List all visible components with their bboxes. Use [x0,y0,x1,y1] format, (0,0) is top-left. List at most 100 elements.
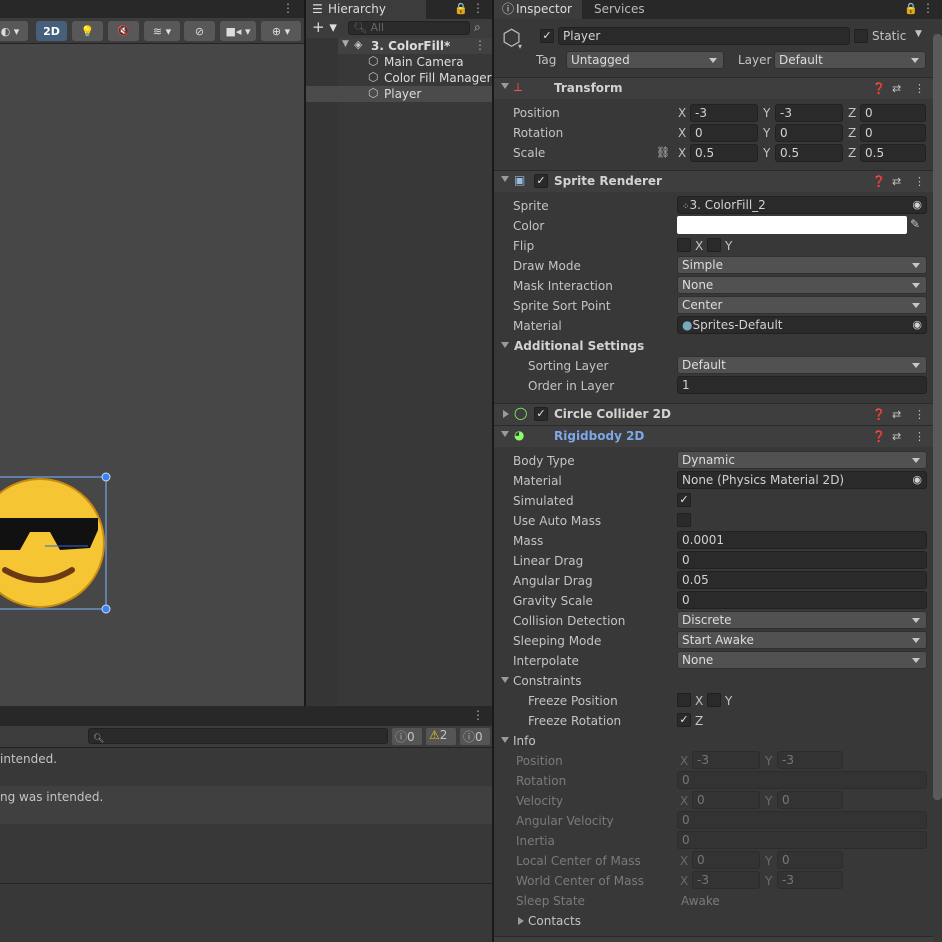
sprite-renderer-header[interactable]: ▣ ✓ Sprite Renderer ❓ ⇄ ⋮ [494,170,934,192]
more-options-icon[interactable]: ⋮ [914,408,925,421]
draw-mode-dropdown[interactable]: Simple [677,256,927,274]
help-icon[interactable]: ❓ [872,82,886,95]
list-item[interactable]: ⬡ Main Camera [338,54,492,70]
collision-dropdown[interactable]: Discrete [677,611,927,629]
interpolate-dropdown[interactable]: None [677,651,927,669]
chevron-down-icon[interactable]: ▼ [915,29,922,39]
static-checkbox[interactable] [854,29,868,43]
camera-dropdown[interactable]: ■◂ ▾ [220,21,256,41]
object-picker-icon[interactable]: ◉ [912,317,922,333]
mass-field[interactable]: 0.0001 [677,531,927,549]
freeze-y-checkbox[interactable] [707,693,721,707]
simulated-checkbox[interactable]: ✓ [677,493,691,507]
flip-x-checkbox[interactable] [677,238,691,252]
scene-visibility-toggle[interactable]: ⊘ [184,21,215,41]
help-icon[interactable]: ❓ [872,430,886,443]
gravity-field[interactable]: 0 [677,591,927,609]
scale-z-field[interactable]: 0.5 [860,144,926,162]
scene-row[interactable]: ▼ ◈ 3. ColorFill* ⋮ [338,38,492,54]
position-z-field[interactable]: 0 [860,104,926,122]
player-sprite[interactable] [0,470,120,620]
divider[interactable] [304,0,306,706]
error-count-toggle[interactable]: ⓘ0 [460,728,490,745]
flip-y-checkbox[interactable] [707,238,721,252]
constrain-proportions-icon[interactable]: ⛓ [656,146,670,159]
more-options-icon[interactable]: ⋮ [914,430,925,443]
angular-drag-field[interactable]: 0.05 [677,571,927,589]
enabled-checkbox[interactable]: ✓ [534,407,548,421]
object-name-field[interactable]: Player [558,27,850,45]
effects-dropdown[interactable]: ≋ ▾ [144,21,180,41]
more-options-icon[interactable]: ⋮ [472,708,484,722]
rigidbody-header[interactable]: ◕ Rigidbody 2D ❓ ⇄ ⋮ [494,425,934,447]
active-checkbox[interactable]: ✓ [540,29,554,43]
fold-arrow-icon[interactable] [501,737,509,743]
chevron-down-icon[interactable]: ▾ [518,42,522,51]
enabled-checkbox[interactable]: ✓ [534,174,548,188]
console-message[interactable]: intended. [0,748,492,786]
sort-point-dropdown[interactable]: Center [677,296,927,314]
fold-arrow-icon[interactable] [501,83,509,89]
scale-x-field[interactable]: 0.5 [690,144,758,162]
circle-collider-header[interactable]: ◯ ✓ Circle Collider 2D ❓ ⇄ ⋮ [494,403,934,425]
additional-settings-row[interactable]: Additional Settings [494,336,934,356]
material-field[interactable]: ●Sprites-Default ◉ [677,316,927,334]
fold-arrow-icon[interactable] [501,176,509,182]
fold-arrow-icon[interactable] [501,677,509,683]
sprite-field[interactable]: ⁘3. ColorFill_2 ◉ [677,196,927,214]
tab-inspector[interactable]: ⓘ Inspector [494,0,582,19]
hierarchy-search-input[interactable]: 🔍︎ All [348,21,470,35]
info-contacts-row[interactable]: Contacts [494,911,934,931]
freeze-z-checkbox[interactable]: ✓ [677,713,691,727]
draw-mode-dropdown[interactable]: ◐ ▾ [0,21,28,41]
audio-toggle[interactable]: 🔇 [108,21,139,41]
freeze-x-checkbox[interactable] [677,693,691,707]
sorting-layer-dropdown[interactable]: Default [677,356,927,374]
preset-icon[interactable]: ⇄ [892,408,901,421]
rb-material-field[interactable]: None (Physics Material 2D) ◉ [677,471,927,489]
list-item-selected[interactable]: ⬡ Player [306,86,492,102]
color-swatch[interactable] [677,216,907,234]
linear-drag-field[interactable]: 0 [677,551,927,569]
scale-y-field[interactable]: 0.5 [775,144,843,162]
fold-arrow-icon[interactable] [518,917,524,925]
preset-icon[interactable]: ⇄ [892,175,901,188]
position-x-field[interactable]: -3 [690,104,758,122]
tab-hierarchy[interactable]: ☰ Hierarchy [306,0,426,19]
lock-icon[interactable]: 🔒 [454,2,468,15]
scene-view[interactable]: ⋮ ◐ ▾ 2D 💡 🔇 ≋ ▾ ⊘ ■◂ ▾ ⊕ ▾ [0,0,304,706]
toggle-2d-button[interactable]: 2D [36,21,67,41]
more-options-icon[interactable]: ⋮ [922,1,934,15]
info-count-toggle[interactable]: ⓘ0 [392,728,422,745]
preset-icon[interactable]: ⇄ [892,430,901,443]
more-options-icon[interactable]: ⋮ [914,82,925,95]
gizmos-dropdown[interactable]: ⊕ ▾ [261,21,301,41]
more-options-icon[interactable]: ⋮ [472,1,484,15]
transform-header[interactable]: ⟂ Transform ❓ ⇄ ⋮ [494,77,934,99]
help-icon[interactable]: ❓ [872,175,886,188]
position-y-field[interactable]: -3 [775,104,843,122]
tag-dropdown[interactable]: Untagged [566,51,724,69]
lock-icon[interactable]: 🔒 [904,2,918,15]
rotation-x-field[interactable]: 0 [690,124,758,142]
object-picker-icon[interactable]: ◉ [912,197,922,213]
sleeping-dropdown[interactable]: Start Awake [677,631,927,649]
list-item[interactable]: ⬡ Color Fill Manager [338,70,492,86]
expand-arrow-icon[interactable]: ▼ [342,39,349,49]
info-row[interactable]: Info [494,731,934,751]
scene-search-icon[interactable]: ⌕ [474,20,481,35]
mask-dropdown[interactable]: None [677,276,927,294]
tab-services[interactable]: Services [594,0,645,19]
order-field[interactable]: 1 [677,376,927,394]
more-options-icon[interactable]: ⋮ [914,175,925,188]
inspector-scrollbar[interactable] [933,34,942,800]
lighting-toggle[interactable]: 💡 [72,21,103,41]
create-dropdown[interactable]: + ▾ [312,18,337,36]
object-picker-icon[interactable]: ◉ [912,472,922,488]
fold-arrow-icon[interactable] [503,410,509,418]
console-search-input[interactable]: 🔍︎ [88,728,388,744]
auto-mass-checkbox[interactable] [677,513,691,527]
help-icon[interactable]: ❓ [872,408,886,421]
rotation-y-field[interactable]: 0 [775,124,843,142]
preset-icon[interactable]: ⇄ [892,82,901,95]
